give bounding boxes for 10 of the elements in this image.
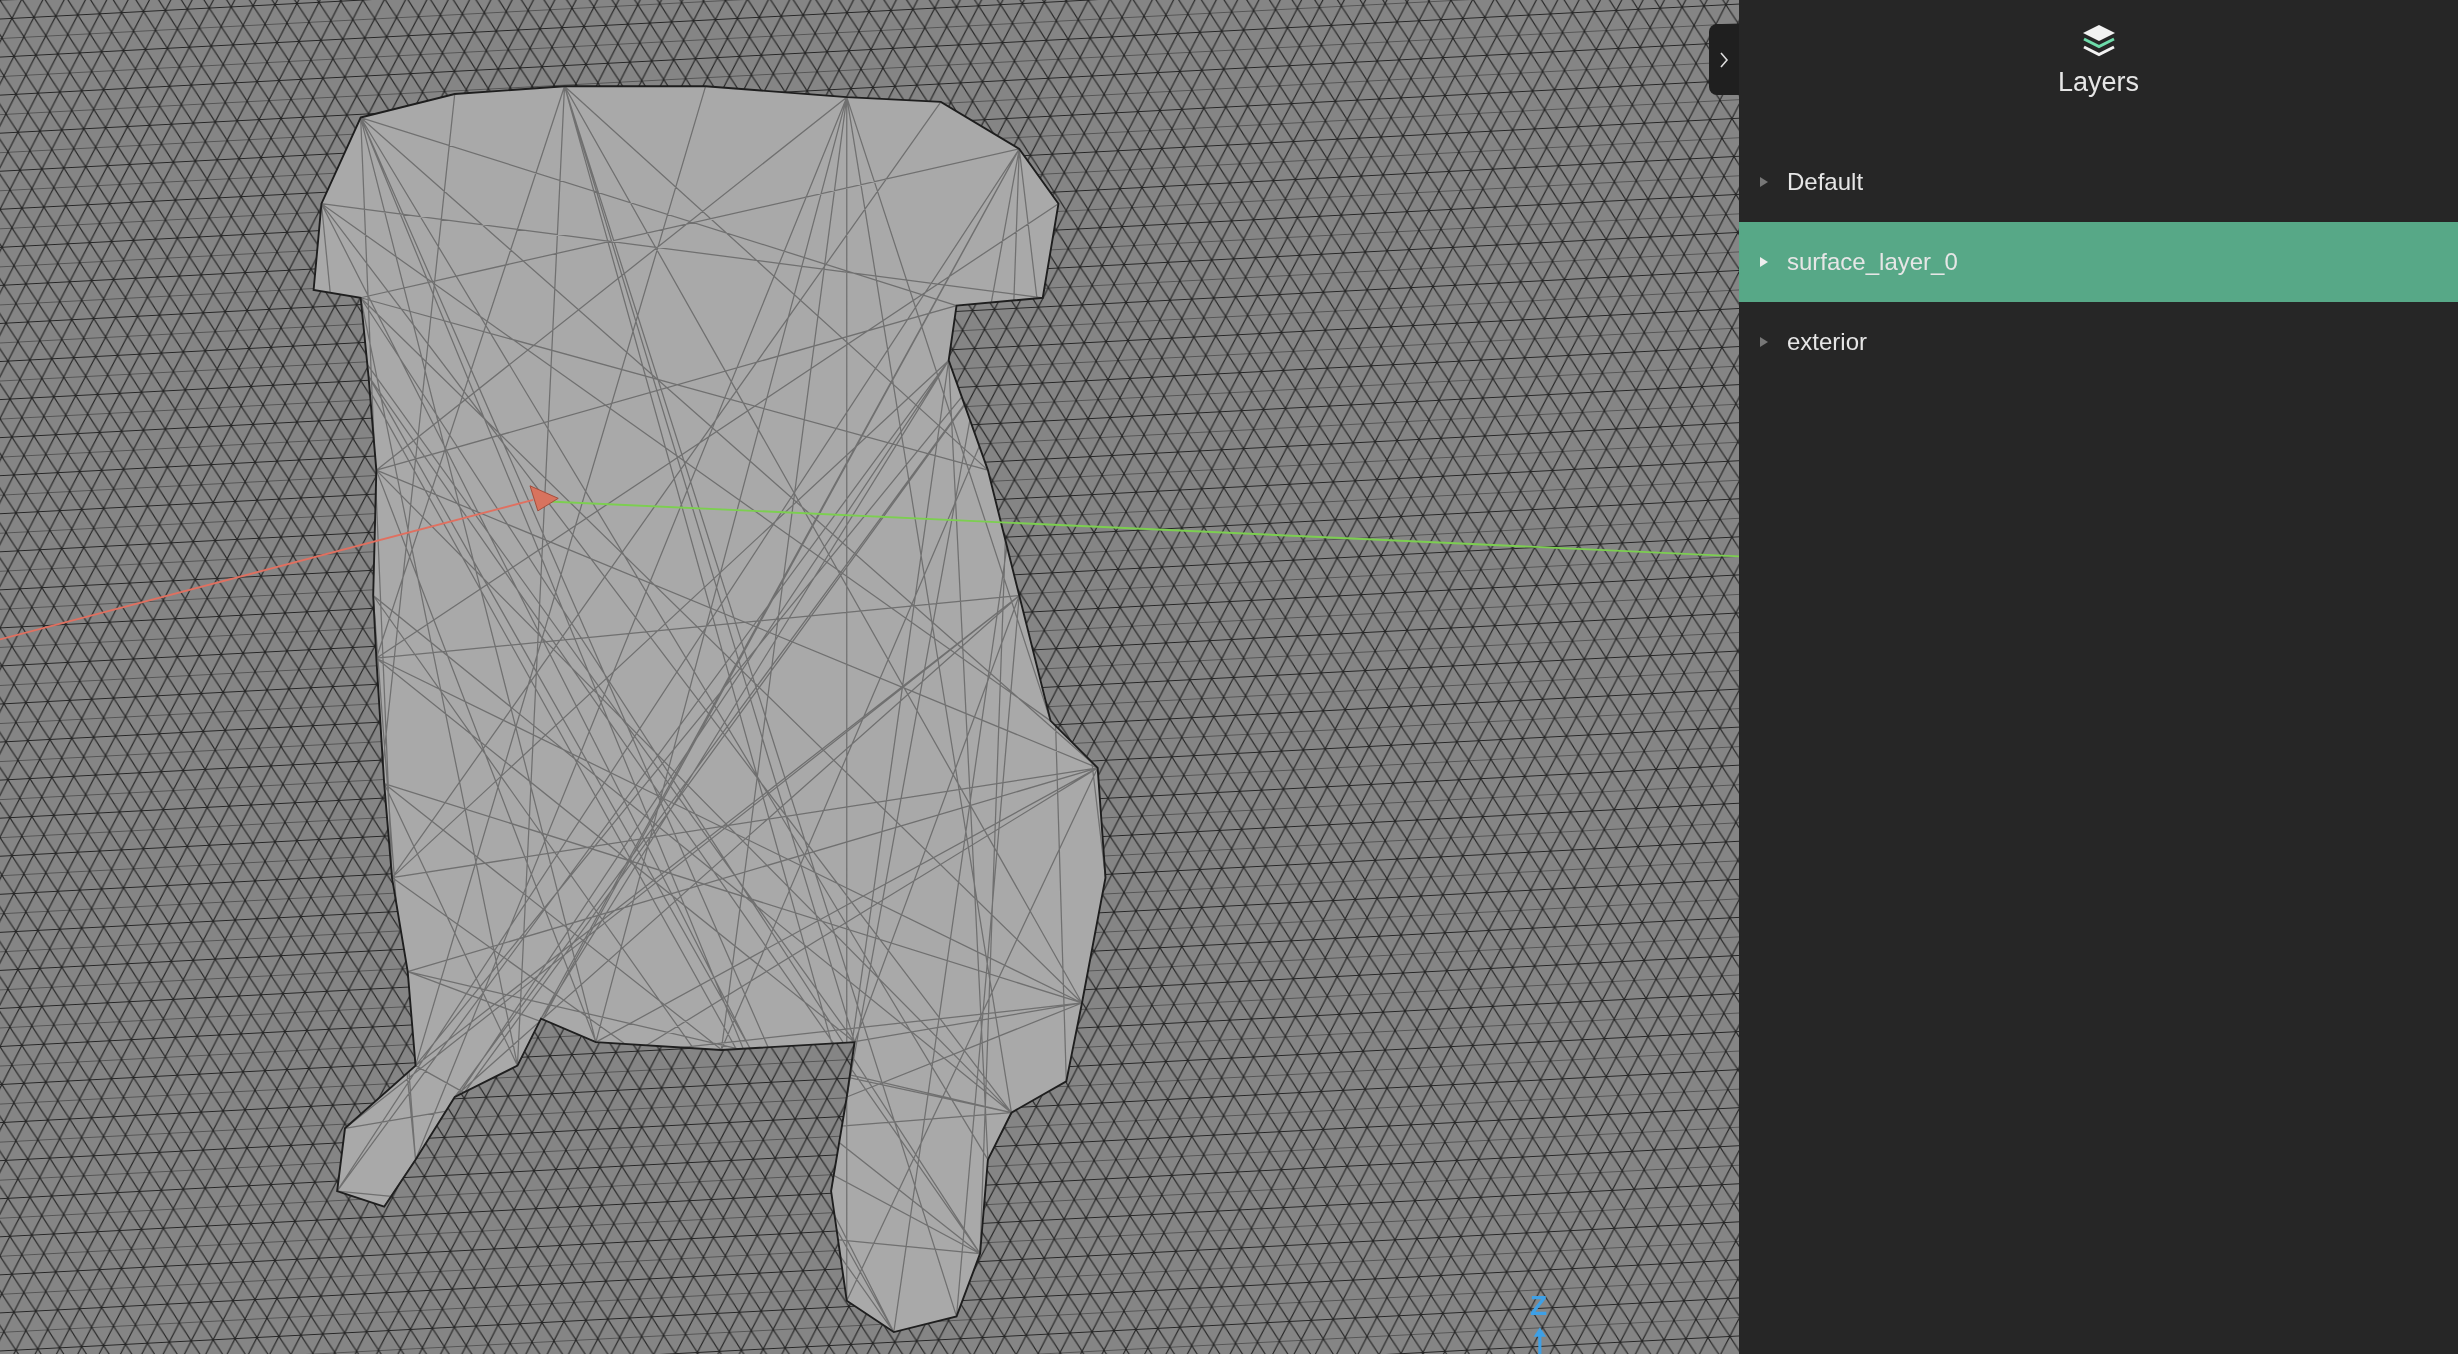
- z-axis-arrow: [1533, 1327, 1547, 1354]
- layer-item[interactable]: exterior: [1739, 302, 2458, 382]
- chevron-right-icon: [1719, 50, 1729, 69]
- panel-title: Layers: [2057, 66, 2139, 98]
- caret-icon: [1760, 177, 1768, 187]
- axis-origin-icon: [529, 485, 559, 512]
- collapse-panel-button[interactable]: [1709, 24, 1739, 95]
- layer-item[interactable]: Default: [1739, 142, 2458, 222]
- caret-icon: [1760, 337, 1768, 347]
- caret-icon: [1760, 257, 1768, 267]
